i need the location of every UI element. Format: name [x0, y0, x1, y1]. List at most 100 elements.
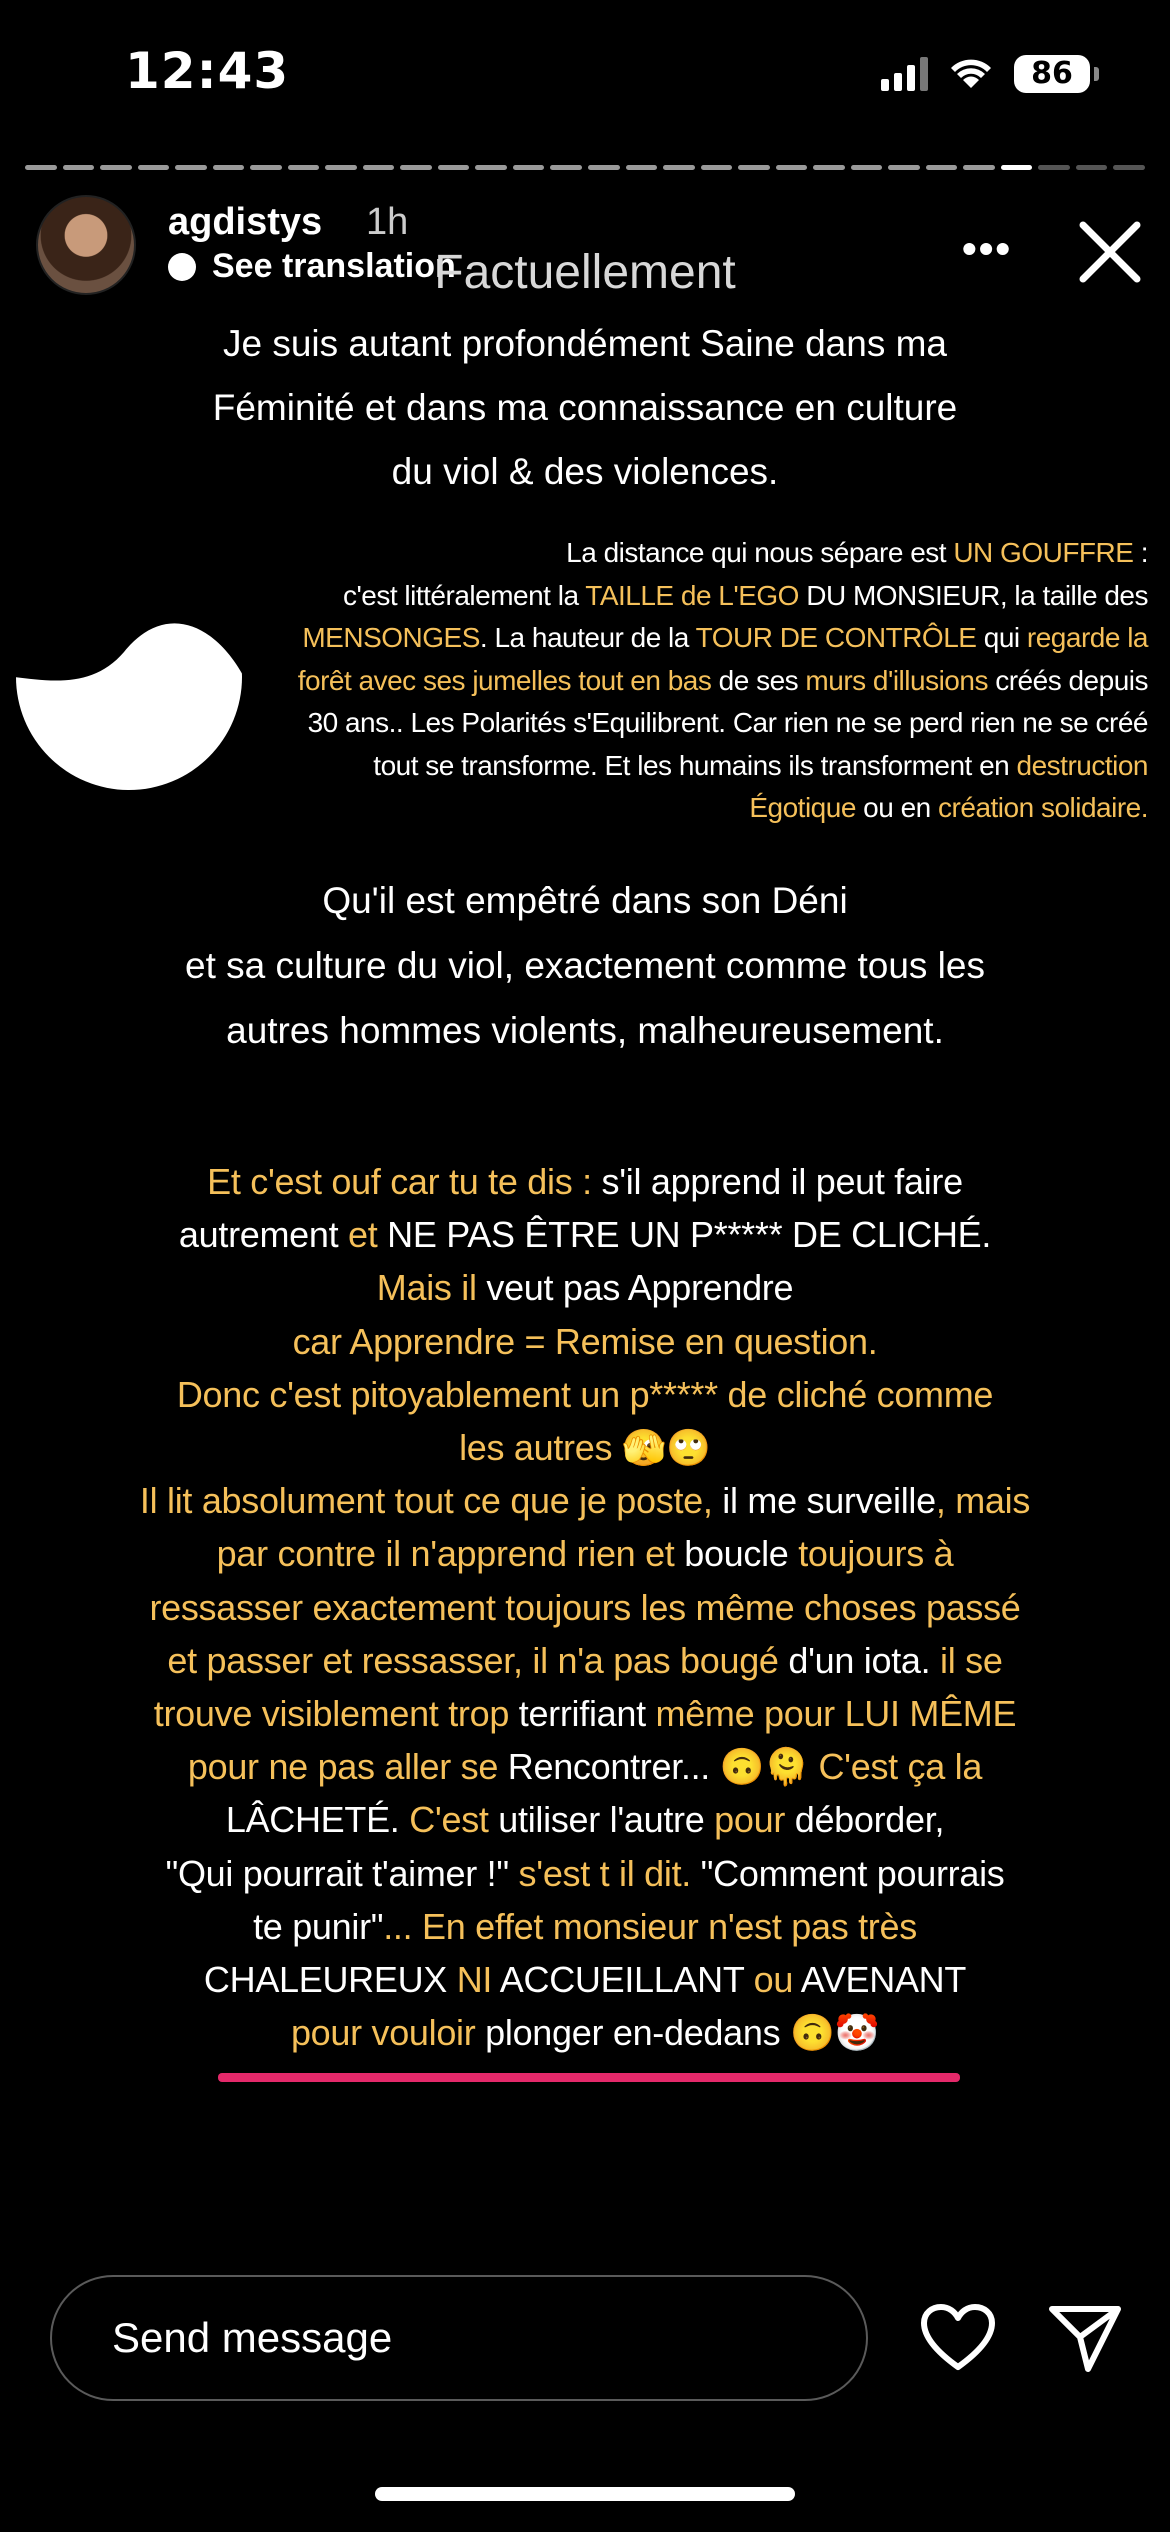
highlighted-text: C'est	[399, 1799, 489, 1841]
text-segment: Féminité et dans ma connaissance en cult…	[212, 387, 958, 428]
text-segment: de ses	[711, 664, 806, 696]
highlighted-text: pour vouloir	[290, 2012, 476, 2054]
status-bar: 12:43 86	[0, 0, 1170, 150]
text-line: les autres 🫣🙄	[0, 1421, 1170, 1474]
text-segment: Rencontrer... 🙃🫠	[498, 1746, 819, 1788]
status-time: 12:43	[125, 42, 290, 100]
highlighted-text: il se	[930, 1639, 1003, 1681]
text-segment: utiliser l'autre	[488, 1799, 715, 1841]
text-segment: ACCUEILLANT	[492, 1959, 754, 2001]
highlighted-text: forêt avec ses jumelles tout en bas	[297, 664, 712, 696]
text-segment: 30 ans.. Les Polarités s'Equilibrent. Ca…	[307, 707, 1149, 738]
text-segment: DU MONSIEUR, la taille des	[798, 579, 1148, 611]
paragraph-1: Je suis autant profondément Saine dans m…	[0, 312, 1170, 504]
highlighted-text: C'est ça la	[818, 1746, 983, 1788]
text-segment: du viol & des violences.	[391, 451, 779, 492]
text-segment: veut pas Apprendre	[476, 1267, 794, 1309]
text-line: autrement et NE PAS ÊTRE UN P***** DE CL…	[0, 1208, 1170, 1261]
text-segment: s'il apprend il peut faire	[591, 1161, 964, 1202]
highlighted-text: pour ne pas aller se	[187, 1746, 499, 1788]
highlighted-text: et	[348, 1214, 378, 1256]
text-line: Qu'il est empêtré dans son Déni	[0, 868, 1170, 933]
highlighted-text: Il lit absolument tout ce que je poste,	[139, 1480, 713, 1522]
signal-icon	[881, 57, 928, 91]
text-segment: ou en	[855, 792, 939, 823]
text-line: 30 ans.. Les Polarités s'Equilibrent. Ca…	[278, 702, 1149, 745]
status-icons: 86	[881, 55, 1099, 93]
highlighted-text: ressasser exactement toujours les même c…	[149, 1586, 1021, 1628]
username[interactable]: agdistys	[168, 201, 322, 244]
text-segment: déborder,	[785, 1799, 945, 1841]
text-segment: CHALEUREUX	[203, 1959, 457, 2001]
highlighted-text: création solidaire.	[938, 792, 1148, 823]
highlighted-text: car Apprendre = Remise en question.	[292, 1320, 878, 1362]
highlighted-text: , mais	[935, 1480, 1031, 1522]
text-line: et passer et ressasser, il n'a pas bougé…	[0, 1634, 1170, 1687]
text-line: Il lit absolument tout ce que je poste, …	[0, 1474, 1170, 1527]
text-line: te punir"... En effet monsieur n'est pas…	[0, 1900, 1170, 1953]
story-footer	[0, 2275, 1170, 2405]
wifi-icon	[951, 59, 991, 88]
highlighted-text: regarde la	[1026, 622, 1149, 653]
text-segment: d'un iota.	[778, 1639, 931, 1681]
text-segment: Je suis autant profondément Saine dans m…	[222, 323, 947, 364]
text-segment: autrement	[178, 1214, 349, 1256]
highlighted-text: UN GOUFFRE	[953, 537, 1134, 568]
send-icon[interactable]	[1048, 2301, 1122, 2375]
text-segment: boucle	[674, 1533, 799, 1575]
text-segment: qui	[976, 622, 1027, 653]
highlighted-text: trouve visiblement trop	[153, 1693, 510, 1735]
highlighted-text: ou	[753, 1959, 794, 2001]
text-segment: terrifiant	[509, 1693, 656, 1735]
text-line: Féminité et dans ma connaissance en cult…	[0, 376, 1170, 440]
text-segment: "Comment pourrais	[690, 1852, 1005, 1894]
text-line: autres hommes violents, malheureusement.	[0, 998, 1170, 1063]
highlight-underline	[218, 2073, 960, 2082]
battery-icon: 86	[1014, 55, 1099, 93]
text-line: forêt avec ses jumelles tout en bas de s…	[278, 660, 1149, 703]
text-segment: . La hauteur de la	[479, 622, 696, 653]
text-segment: te punir"	[253, 1905, 384, 1947]
text-segment: La distance qui nous sépare est	[566, 537, 954, 568]
highlighted-text: les autres	[459, 1427, 622, 1469]
text-segment: AVENANT	[793, 1959, 967, 2001]
text-segment: :	[1133, 537, 1149, 568]
yin-yang-icon	[14, 562, 244, 790]
text-line: pour ne pas aller se Rencontrer... 🙃🫠 C'…	[0, 1740, 1170, 1793]
highlighted-text: Et c'est ouf car tu te dis :	[207, 1161, 592, 1202]
text-line: La distance qui nous sépare est UN GOUFF…	[278, 532, 1148, 575]
highlighted-text: pour	[714, 1799, 786, 1841]
text-line: Mais il veut pas Apprendre	[0, 1261, 1170, 1314]
text-segment: plonger en-dedans 🙃🤡	[475, 2012, 880, 2054]
text-line: ressasser exactement toujours les même c…	[0, 1581, 1170, 1634]
text-line: tout se transforme. Et les humains ils t…	[278, 745, 1148, 788]
text-line: du viol & des violences.	[0, 440, 1170, 504]
highlighted-text: Égotique	[749, 792, 856, 823]
highlighted-text: toujours à	[798, 1533, 954, 1575]
text-segment: et sa culture du viol, exactement comme …	[185, 945, 985, 986]
paragraph-3: Et c'est ouf car tu te dis : s'il appren…	[0, 1155, 1170, 2059]
highlighted-text: même pour LUI MÊME	[655, 1693, 1017, 1735]
side-paragraph: La distance qui nous sépare est UN GOUFF…	[278, 532, 1149, 830]
text-line: LÂCHETÉ. C'est utiliser l'autre pour déb…	[0, 1793, 1170, 1846]
text-line: MENSONGES. La hauteur de la TOUR DE CONT…	[278, 617, 1148, 660]
highlighted-text: par contre il n'apprend rien et	[216, 1533, 675, 1575]
text-line: Et c'est ouf car tu te dis : s'il appren…	[0, 1155, 1170, 1208]
text-line: c'est littéralement la TAILLE de L'EGO D…	[278, 575, 1149, 618]
highlighted-text: TAILLE de L'EGO	[585, 579, 799, 611]
highlighted-text: Mais il	[376, 1267, 477, 1309]
text-line: et sa culture du viol, exactement comme …	[0, 933, 1170, 998]
story-title: Factuellement	[434, 246, 736, 299]
send-message-input[interactable]	[50, 2275, 868, 2401]
text-line: CHALEUREUX NI ACCUEILLANT ou AVENANT	[0, 1953, 1170, 2006]
home-indicator[interactable]	[375, 2487, 795, 2501]
text-line: Donc c'est pitoyablement un p***** de cl…	[0, 1368, 1170, 1421]
text-line: trouve visiblement trop terrifiant même …	[0, 1687, 1170, 1740]
text-line: par contre il n'apprend rien et boucle t…	[0, 1527, 1170, 1580]
highlighted-text: destruction	[1016, 749, 1149, 781]
highlighted-text: murs d'illusions	[805, 664, 988, 696]
highlighted-text: s'est t il dit.	[508, 1852, 692, 1894]
text-segment: 🫣🙄	[621, 1427, 711, 1469]
text-segment: LÂCHETÉ.	[225, 1799, 400, 1841]
heart-icon[interactable]	[920, 2303, 996, 2373]
